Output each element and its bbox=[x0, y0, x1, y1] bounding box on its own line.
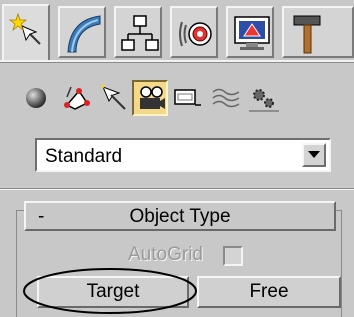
category-shapes[interactable] bbox=[58, 80, 94, 116]
tab-utilities[interactable] bbox=[282, 6, 354, 58]
free-camera-button[interactable]: Free bbox=[197, 276, 341, 308]
command-panel-tabs bbox=[0, 0, 354, 68]
systems-icon bbox=[249, 89, 279, 112]
display-icon bbox=[234, 16, 270, 50]
tab-hierarchy[interactable] bbox=[114, 6, 162, 58]
category-systems[interactable] bbox=[246, 80, 282, 116]
tab-display[interactable] bbox=[226, 6, 274, 58]
chevron-down-icon bbox=[308, 151, 320, 158]
command-panel: Standard - Object Type AutoGrid Target F… bbox=[0, 0, 354, 317]
category-lights[interactable] bbox=[96, 80, 132, 116]
category-cameras[interactable] bbox=[132, 80, 168, 116]
category-geometry[interactable] bbox=[20, 80, 56, 116]
tab-divider-shadow bbox=[0, 62, 354, 63]
category-dropdown[interactable]: Standard bbox=[35, 138, 331, 172]
lights-icon bbox=[101, 85, 126, 110]
category-helpers[interactable] bbox=[170, 80, 206, 116]
create-icon bbox=[8, 12, 41, 45]
shapes-icon bbox=[64, 86, 90, 110]
dropdown-arrow-button[interactable] bbox=[302, 143, 326, 167]
hierarchy-icon bbox=[121, 15, 159, 51]
dropdown-value: Standard bbox=[45, 146, 123, 167]
rollout-title: Object Type bbox=[129, 206, 231, 227]
space-warps-icon bbox=[212, 88, 240, 108]
autogrid-label: AutoGrid bbox=[128, 244, 203, 265]
category-toolbar bbox=[0, 76, 354, 122]
modify-icon bbox=[67, 15, 101, 53]
target-camera-button[interactable]: Target bbox=[37, 276, 189, 308]
category-space-warps[interactable] bbox=[208, 80, 244, 116]
section-divider-highlight bbox=[0, 189, 354, 190]
tab-motion[interactable] bbox=[170, 6, 218, 58]
rollout-header[interactable]: - Object Type bbox=[24, 201, 336, 231]
utilities-icon bbox=[293, 15, 321, 54]
cameras-icon bbox=[140, 86, 165, 109]
tab-create[interactable] bbox=[2, 4, 50, 62]
helpers-icon bbox=[174, 89, 201, 106]
motion-icon bbox=[179, 21, 212, 47]
geometry-icon bbox=[26, 88, 46, 108]
tab-modify[interactable] bbox=[58, 6, 106, 58]
autogrid-checkbox[interactable] bbox=[223, 246, 243, 266]
